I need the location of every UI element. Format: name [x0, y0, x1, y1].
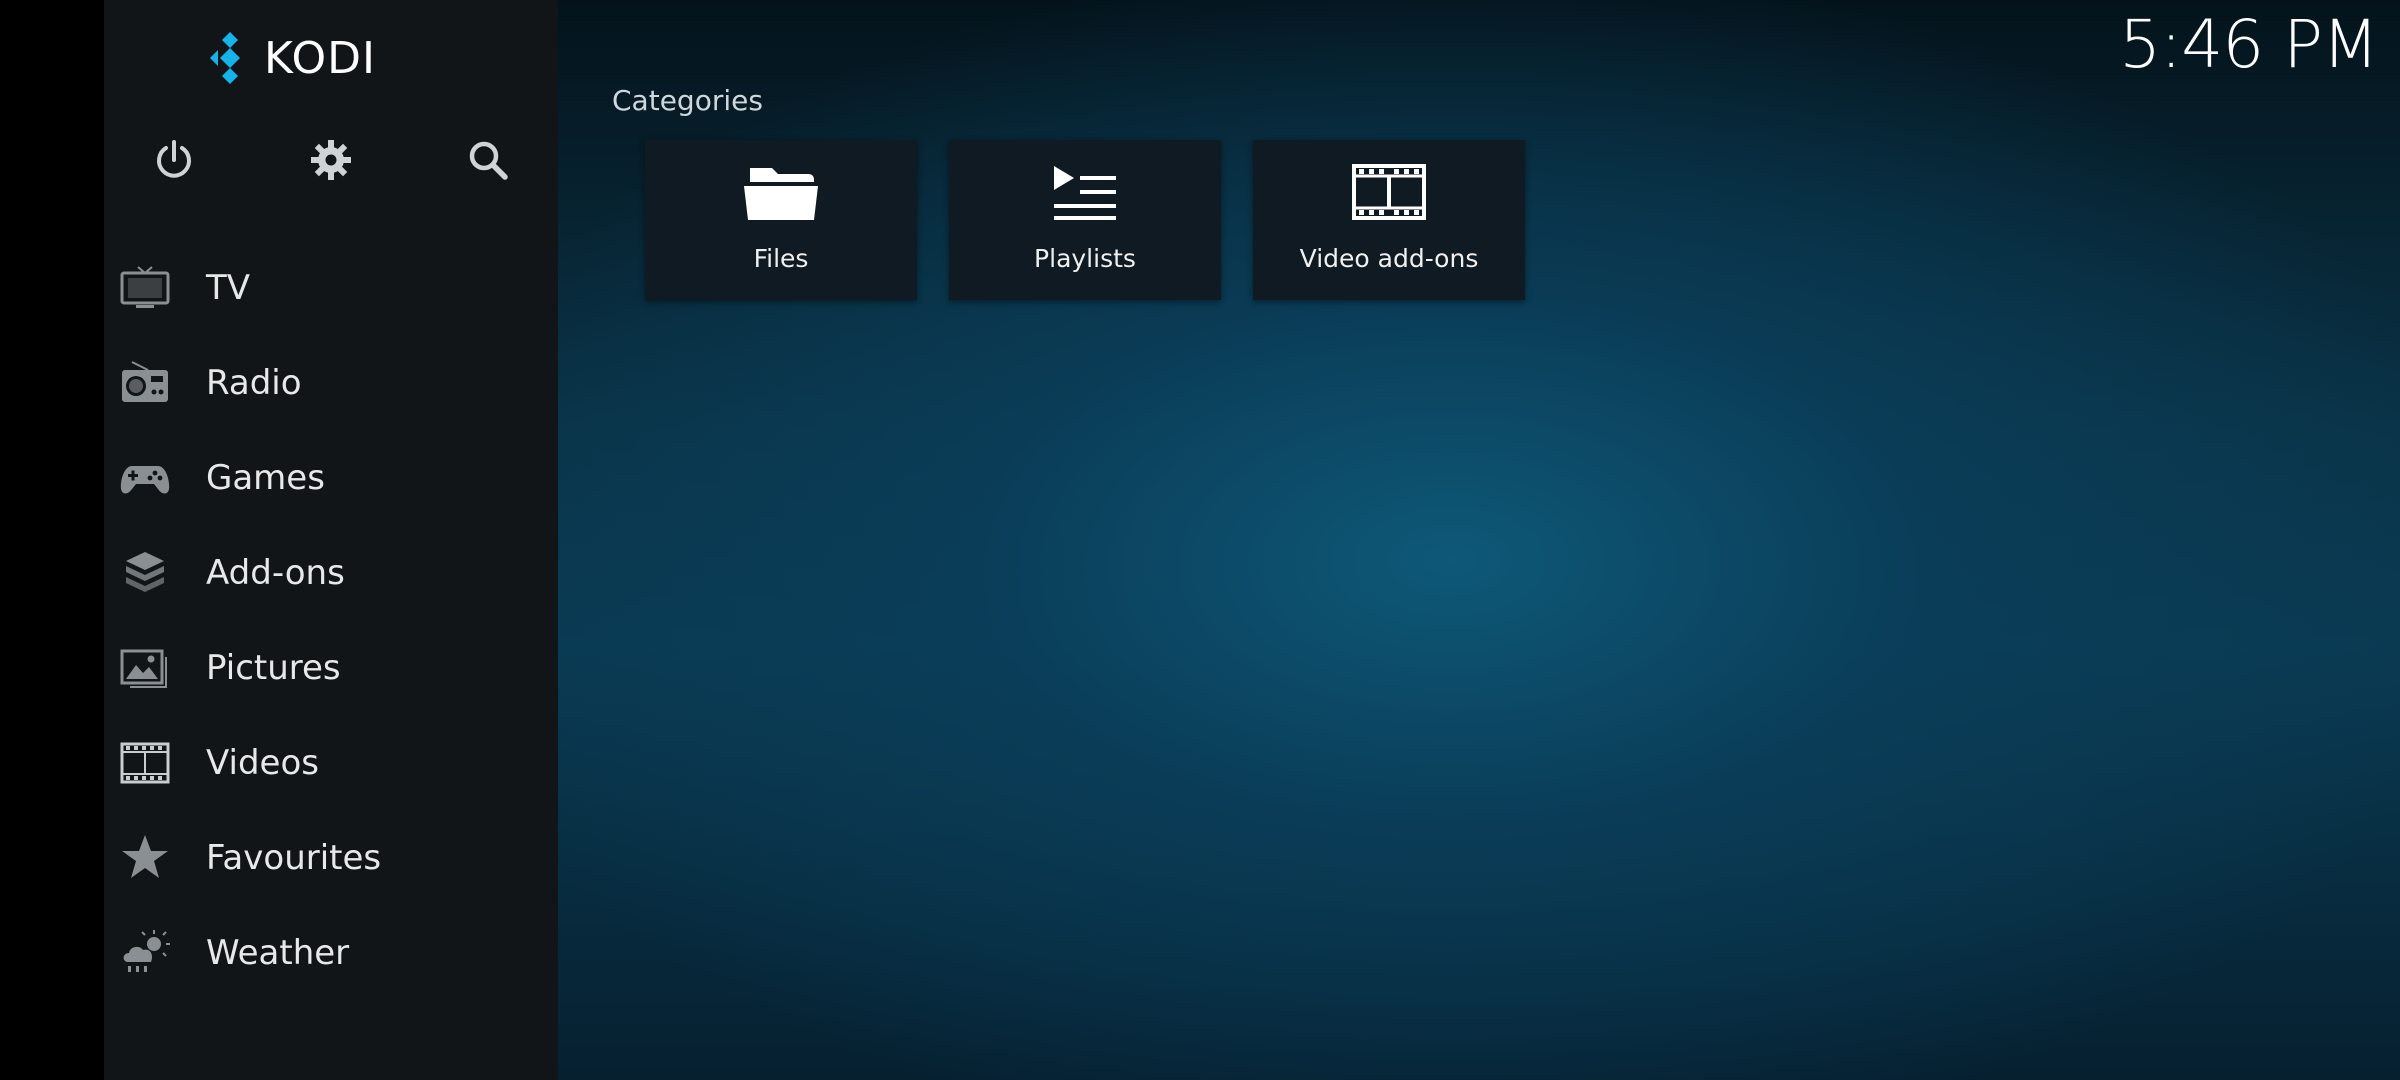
kodi-logo: KODI: [196, 28, 376, 88]
weather-icon: [118, 926, 172, 980]
sidebar-item-label: Pictures: [206, 647, 341, 688]
kodi-home-screen: KODI TV Radio Games Add-ons Pictures Vid…: [0, 0, 2400, 1080]
tv-icon: [118, 261, 172, 315]
playlist-icon: [1040, 160, 1130, 224]
search-icon: [469, 141, 508, 180]
sidebar-item-videos[interactable]: Videos: [104, 715, 558, 810]
gamepad-icon: [118, 451, 172, 505]
sidebar-item-label: TV: [206, 267, 251, 308]
tile-playlists[interactable]: Playlists: [949, 140, 1221, 300]
star-icon: [118, 831, 172, 885]
sidebar-item-label: Radio: [206, 362, 302, 403]
sidebar-item-pictures[interactable]: Pictures: [104, 620, 558, 715]
sidebar-item-games[interactable]: Games: [104, 430, 558, 525]
sidebar-item-label: Videos: [206, 742, 319, 783]
settings-button[interactable]: [299, 128, 363, 192]
section-title: Categories: [612, 84, 763, 117]
tile-video-addons[interactable]: Video add-ons: [1253, 140, 1525, 300]
screen-edge: [0, 0, 104, 1080]
tile-label: Video add-ons: [1299, 244, 1479, 273]
search-button[interactable]: [456, 128, 520, 192]
sidebar-item-weather[interactable]: Weather: [104, 905, 558, 1000]
tile-label: Playlists: [1034, 244, 1136, 273]
kodi-logo-text: KODI: [264, 32, 376, 84]
radio-icon: [118, 356, 172, 410]
film-strip-icon: [1344, 160, 1434, 224]
tile-label: Files: [753, 244, 809, 273]
settings-icon: [311, 140, 351, 180]
clock: 5:46 PM: [2119, 6, 2379, 83]
power-icon: [157, 140, 191, 178]
main-menu: TV Radio Games Add-ons Pictures Videos F…: [104, 240, 558, 1000]
power-button[interactable]: [142, 128, 206, 192]
sidebar-item-label: Add-ons: [206, 552, 345, 593]
sidebar-item-label: Weather: [206, 932, 350, 973]
sidebar-item-radio[interactable]: Radio: [104, 335, 558, 430]
sidebar: KODI TV Radio Games Add-ons Pictures Vid…: [104, 0, 558, 1080]
sidebar-item-addons[interactable]: Add-ons: [104, 525, 558, 620]
film-icon: [118, 736, 172, 790]
addons-box-icon: [118, 546, 172, 600]
kodi-logo-icon: [210, 32, 240, 84]
sidebar-item-label: Favourites: [206, 837, 382, 878]
sidebar-item-label: Games: [206, 457, 325, 498]
top-icon-bar: [104, 128, 558, 192]
pictures-icon: [118, 641, 172, 695]
tile-files[interactable]: Files: [645, 140, 917, 300]
sidebar-item-favourites[interactable]: Favourites: [104, 810, 558, 905]
category-tiles: Files Playlists Video add-ons: [645, 140, 1525, 300]
sidebar-item-tv[interactable]: TV: [104, 240, 558, 335]
folder-icon: [736, 160, 826, 224]
